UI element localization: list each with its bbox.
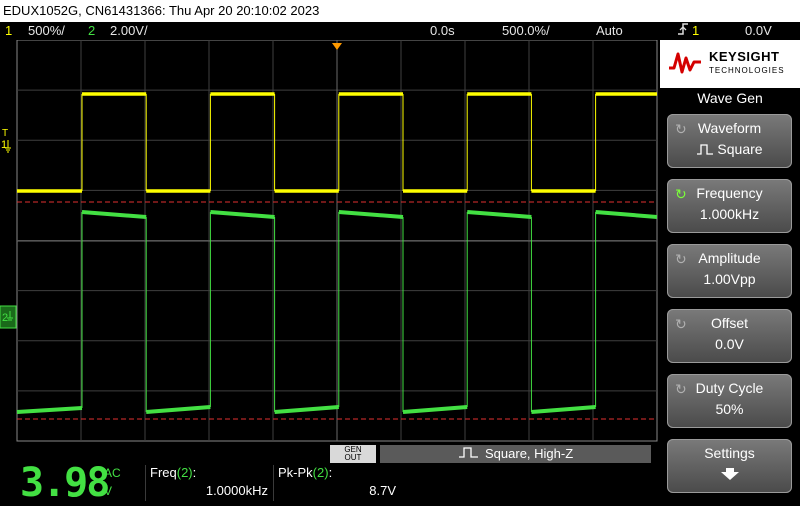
window-title-bar: EDUX1052G, CN61431366: Thu Apr 20 20:10:… xyxy=(0,0,800,22)
softkey-value: Square xyxy=(667,141,792,157)
channel-1-scale[interactable]: 500%/ xyxy=(28,22,65,40)
status-bar: 1 500%/ 2 2.00V/ 0.0s 500.0%/ Auto 1 0.0… xyxy=(0,22,800,40)
softkey-label: Duty Cycle xyxy=(695,380,764,396)
trigger-mode[interactable]: Auto xyxy=(596,22,623,40)
softkey-label: Amplitude xyxy=(698,250,761,266)
trigger-channel: 1 xyxy=(692,23,700,38)
dvm-value: 3.98 xyxy=(20,460,110,506)
pkpk-measurement-label: Pk-Pk(2): xyxy=(278,465,333,480)
dvm-unit: V xyxy=(104,484,113,498)
freq-measurement-value: 1.0000kHz xyxy=(205,483,268,498)
square-wave-icon xyxy=(458,445,480,464)
softkey-label: Frequency xyxy=(696,185,763,201)
keysight-wave-logo-icon xyxy=(669,52,701,74)
softkey-waveform[interactable]: ↻ Waveform Square xyxy=(667,114,792,168)
logo-name: KEYSIGHT xyxy=(709,49,780,64)
softkey-frequency[interactable]: ↻ Frequency 1.000kHz xyxy=(667,179,792,233)
gen-status-text: Square, High-Z xyxy=(485,446,574,461)
channel-1-number[interactable]: 1 xyxy=(5,22,12,40)
keysight-logo xyxy=(660,40,800,88)
softkey-value: 50% xyxy=(715,401,744,417)
square-wave-icon xyxy=(697,144,714,155)
trigger-edge-icon xyxy=(676,22,690,41)
scope-display[interactable]: T 1 2 xyxy=(0,39,660,445)
channel-2-number[interactable]: 2 xyxy=(88,22,95,40)
softkey-offset[interactable]: ↻ Offset 0.0V xyxy=(667,309,792,363)
softkey-label: Waveform xyxy=(697,120,762,136)
gen-status-bar[interactable]: Square, High-Z xyxy=(380,445,651,463)
freq-measurement-label: Freq(2): xyxy=(150,465,197,480)
window-title: EDUX1052G, CN61431366: Thu Apr 20 20:10:… xyxy=(3,3,320,18)
dvm-coupling: AC xyxy=(104,466,121,480)
time-scale[interactable]: 500.0%/ xyxy=(502,22,550,40)
softkey-value: 1.00Vpp xyxy=(703,271,756,287)
measurement-separator xyxy=(273,465,274,501)
softkey-value: 1.000kHz xyxy=(699,206,760,222)
waveform-graticule: T 1 2 xyxy=(0,39,658,442)
softkey-settings[interactable]: Settings xyxy=(667,439,792,493)
softkey-amplitude[interactable]: ↻ Amplitude 1.00Vpp xyxy=(667,244,792,298)
gen-out-line2: OUT xyxy=(344,453,362,462)
channel-1-marker-label: 1 xyxy=(1,139,7,151)
softkey-duty-cycle[interactable]: ↻ Duty Cycle 50% xyxy=(667,374,792,428)
channel-2-scale[interactable]: 2.00V/ xyxy=(110,22,148,40)
softkey-label: Offset xyxy=(710,315,749,331)
softkey-value: 0.0V xyxy=(715,336,744,352)
channel-1-ground-marker[interactable]: T 1 xyxy=(1,128,11,153)
measurement-separator xyxy=(145,465,146,501)
arrow-down-icon xyxy=(720,467,740,486)
channel-2-ground-marker[interactable]: 2 xyxy=(0,305,17,329)
time-position[interactable]: 0.0s xyxy=(430,22,455,40)
trigger-marker-label: T xyxy=(2,128,8,139)
softkey-label: Settings xyxy=(704,445,755,461)
pkpk-measurement-value: 8.7V xyxy=(369,483,396,498)
gen-out-indicator[interactable]: GEN OUT xyxy=(330,445,376,463)
trigger-level[interactable]: 0.0V xyxy=(745,22,772,40)
logo-subtitle: TECHNOLOGIES xyxy=(709,66,785,75)
panel-title: Wave Gen xyxy=(697,90,763,106)
